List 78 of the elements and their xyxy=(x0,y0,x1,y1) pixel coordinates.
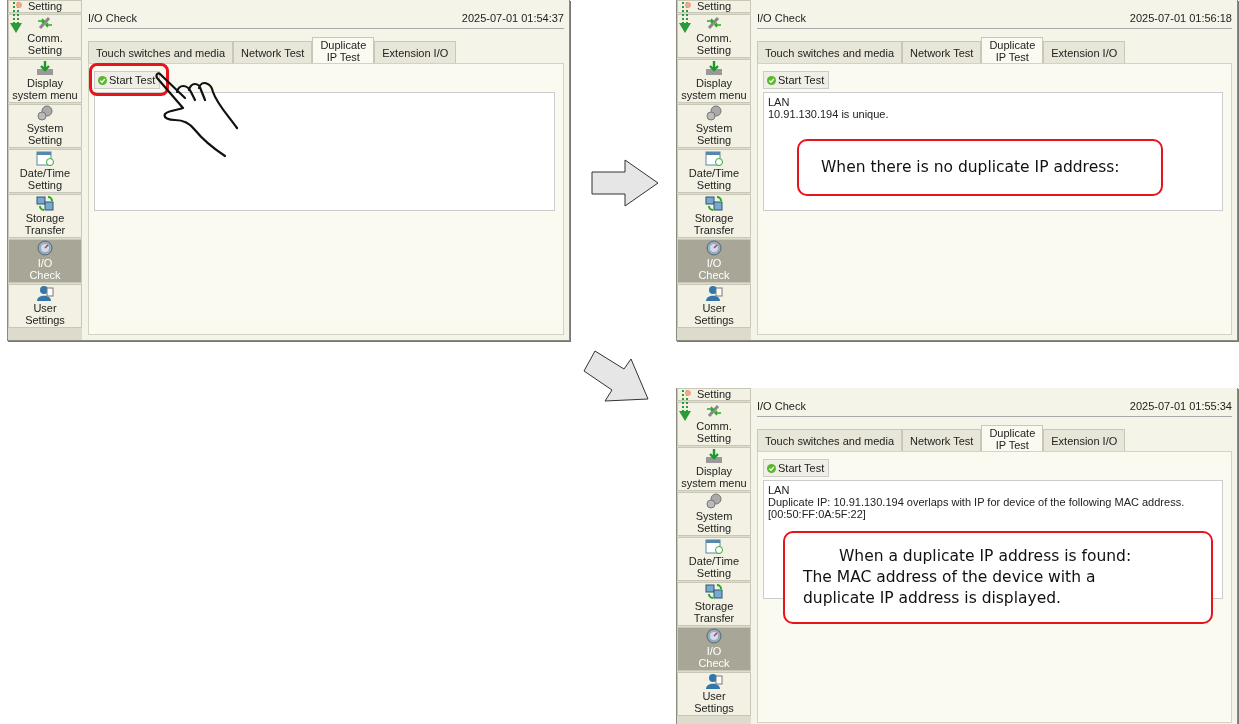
sidebar-icon xyxy=(705,583,723,599)
sidebar-icon xyxy=(705,673,723,689)
sidebar-item[interactable]: Storage Transfer xyxy=(8,194,82,238)
sidebar-item[interactable]: Storage Transfer xyxy=(677,194,751,238)
start-test-button[interactable]: Start Test xyxy=(763,459,830,477)
sidebar-item[interactable]: Date/Time Setting xyxy=(677,149,751,193)
sidebar-icon xyxy=(36,105,54,121)
sidebar-item[interactable]: Storage Transfer xyxy=(677,582,751,626)
sidebar-item[interactable]: System Setting xyxy=(677,492,751,536)
sidebar-item[interactable]: Setting xyxy=(677,0,751,13)
sidebar-icon xyxy=(705,285,723,301)
sidebar-icon xyxy=(705,150,723,166)
start-test-button[interactable]: Start Test xyxy=(94,71,161,89)
sidebar-icon xyxy=(705,105,723,121)
check-icon xyxy=(98,75,107,85)
tab[interactable]: Extension I/O xyxy=(374,41,457,63)
sidebar-icon xyxy=(36,15,54,31)
sidebar-icon xyxy=(36,150,54,166)
start-test-button[interactable]: Start Test xyxy=(763,71,830,89)
sidebar-icon xyxy=(705,195,723,211)
tab[interactable]: Network Test xyxy=(902,429,982,451)
tab[interactable]: Duplicate IP Test xyxy=(981,37,1044,63)
sidebar-item[interactable]: Display system menu xyxy=(677,447,751,491)
result-line: [00:50:FF:0A:5F:22] xyxy=(768,508,867,520)
sidebar-item[interactable]: User Settings xyxy=(677,672,751,716)
sidebar-icon xyxy=(705,448,723,464)
sidebar-item[interactable]: System Setting xyxy=(8,104,82,148)
screen-title: I/O Check xyxy=(88,12,137,24)
screen-title: I/O Check xyxy=(757,400,806,412)
sidebar-icon xyxy=(36,285,54,301)
callout-note: When there is no duplicate IP address: xyxy=(797,139,1163,196)
scroll-down-icon[interactable] xyxy=(679,388,691,422)
sidebar-item[interactable]: Comm. Setting xyxy=(8,14,82,58)
scroll-down-icon[interactable] xyxy=(679,0,691,34)
sidebar-item[interactable]: Date/Time Setting xyxy=(8,149,82,193)
sidebar-icon xyxy=(36,240,54,256)
tab[interactable]: Touch switches and media xyxy=(757,429,902,451)
diagonal-arrow-icon xyxy=(583,350,649,402)
screen-title: I/O Check xyxy=(757,12,806,24)
sidebar-item[interactable]: Setting xyxy=(677,388,751,401)
sidebar-item[interactable]: User Settings xyxy=(8,284,82,328)
sidebar-icon xyxy=(36,195,54,211)
sidebar-icon xyxy=(36,60,54,76)
tab[interactable]: Network Test xyxy=(233,41,313,63)
sidebar-item[interactable]: Comm. Setting xyxy=(677,402,751,446)
sidebar-icon xyxy=(705,403,723,419)
tab[interactable]: Duplicate IP Test xyxy=(981,425,1044,451)
sidebar-icon xyxy=(705,60,723,76)
check-icon xyxy=(767,463,776,473)
date-time: 2025-07-01 01:54:37 xyxy=(461,12,564,24)
tab[interactable]: Duplicate IP Test xyxy=(312,37,375,63)
sidebar-item[interactable]: Display system menu xyxy=(8,59,82,103)
sidebar-item[interactable]: System Setting xyxy=(677,104,751,148)
date-time: 2025-07-01 01:56:18 xyxy=(1129,12,1232,24)
scroll-down-icon[interactable] xyxy=(10,0,22,34)
result-line: LAN xyxy=(768,484,791,496)
result-line: LAN xyxy=(768,96,791,108)
sidebar-icon xyxy=(705,15,723,31)
tab[interactable]: Network Test xyxy=(902,41,982,63)
sidebar-item[interactable]: Display system menu xyxy=(677,59,751,103)
sidebar-icon xyxy=(705,240,723,256)
sidebar-item[interactable]: Comm. Setting xyxy=(677,14,751,58)
right-arrow-icon xyxy=(591,159,659,207)
sidebar-icon xyxy=(705,493,723,509)
tab[interactable]: Extension I/O xyxy=(1043,429,1126,451)
callout-note: When a duplicate IP address is found: The MAC address of the device with a duplicate IP address is displayed. xyxy=(783,531,1213,624)
sidebar-icon xyxy=(705,628,723,644)
check-icon xyxy=(767,75,776,85)
sidebar-item[interactable]: User Settings xyxy=(677,284,751,328)
tab[interactable]: Touch switches and media xyxy=(757,41,902,63)
tab[interactable]: Extension I/O xyxy=(1043,41,1126,63)
result-line: Duplicate IP: 10.91.130.194 overlaps with IP for device of the following MAC address. xyxy=(768,496,1186,508)
sidebar-icon xyxy=(705,538,723,554)
result-line: 10.91.130.194 is unique. xyxy=(768,108,890,120)
date-time: 2025-07-01 01:55:34 xyxy=(1129,400,1232,412)
sidebar-item[interactable]: Date/Time Setting xyxy=(677,537,751,581)
tab[interactable]: Touch switches and media xyxy=(88,41,233,63)
sidebar-item[interactable]: Setting xyxy=(8,0,82,13)
